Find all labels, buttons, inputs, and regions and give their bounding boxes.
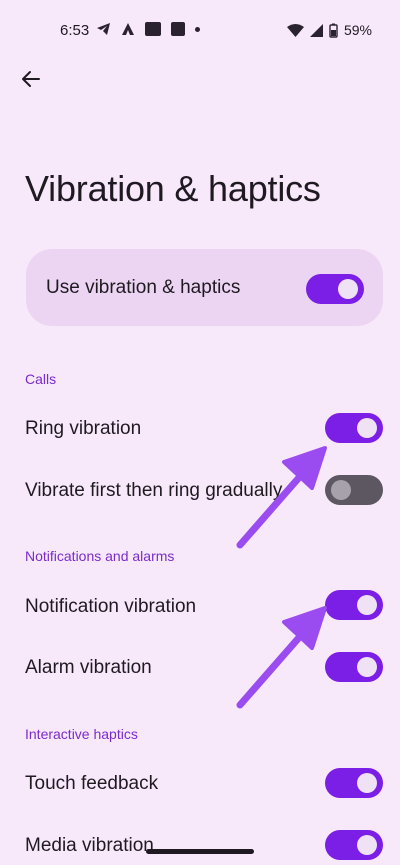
annotation-arrow-notification xyxy=(236,606,327,709)
touch-feedback-label[interactable]: Touch feedback xyxy=(25,773,158,795)
home-indicator[interactable] xyxy=(146,849,254,854)
status-bar: 6:53 59% xyxy=(0,0,400,60)
toggle-knob xyxy=(357,418,377,438)
battery-percent: 59% xyxy=(343,22,372,38)
back-arrow-icon xyxy=(22,71,40,87)
use-vibration-toggle[interactable] xyxy=(306,274,364,304)
media-vibration-toggle[interactable] xyxy=(325,830,383,860)
acrobat-icon xyxy=(122,23,134,35)
annotation-arrow-ring xyxy=(236,446,327,549)
touch-feedback-toggle[interactable] xyxy=(325,768,383,798)
more-notifications-dot-icon xyxy=(195,26,200,32)
notification-vibration-label[interactable]: Notification vibration xyxy=(25,596,196,618)
battery-icon xyxy=(329,23,338,38)
signal-icon xyxy=(309,23,323,37)
toggle-knob xyxy=(357,835,377,855)
telegram-icon xyxy=(97,23,110,35)
ring-vibration-label[interactable]: Ring vibration xyxy=(25,418,141,440)
toggle-knob xyxy=(357,595,377,615)
section-header-notifications: Notifications and alarms xyxy=(25,548,175,564)
section-header-interactive: Interactive haptics xyxy=(25,726,138,742)
toggle-knob xyxy=(357,773,377,793)
app-square-icon xyxy=(171,22,185,36)
media-vibration-label[interactable]: Media vibration xyxy=(25,835,154,857)
photo-app-icon xyxy=(145,22,161,36)
back-button[interactable] xyxy=(16,64,46,94)
use-vibration-label: Use vibration & haptics xyxy=(46,277,241,298)
notification-icons xyxy=(96,22,200,36)
wifi-icon xyxy=(286,23,304,37)
system-status: 59% xyxy=(286,22,372,38)
page-title: Vibration & haptics xyxy=(25,168,321,209)
use-vibration-card[interactable]: Use vibration & haptics xyxy=(26,249,383,326)
toggle-knob xyxy=(357,657,377,677)
status-time: 6:53 xyxy=(60,22,90,39)
ring-vibration-toggle[interactable] xyxy=(325,413,383,443)
section-header-calls: Calls xyxy=(25,371,57,387)
toggle-knob xyxy=(338,279,358,299)
alarm-vibration-label[interactable]: Alarm vibration xyxy=(25,657,152,679)
